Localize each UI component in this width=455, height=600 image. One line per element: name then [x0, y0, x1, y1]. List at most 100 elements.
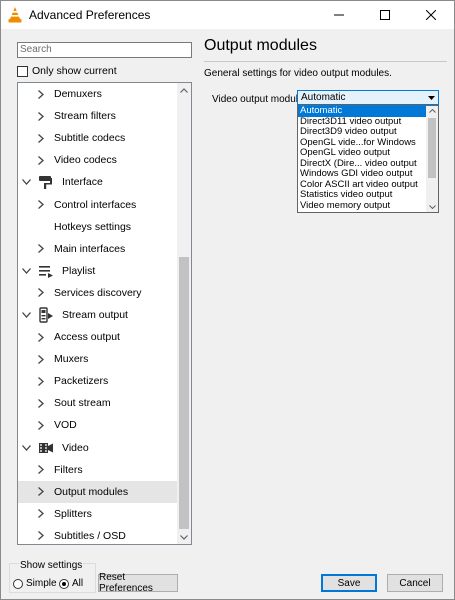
- dropdown-option[interactable]: Color ASCII art video output: [298, 180, 426, 191]
- dropdown-option[interactable]: Direct3D11 video output: [298, 117, 426, 128]
- close-button[interactable]: [408, 1, 454, 29]
- tree-item-label: VOD: [54, 419, 77, 432]
- search-input[interactable]: Search: [17, 42, 192, 58]
- chevron-right-icon[interactable]: [38, 481, 44, 503]
- reset-preferences-button[interactable]: Reset Preferences: [98, 572, 178, 594]
- tree-item-services-discovery[interactable]: Services discovery: [18, 282, 177, 304]
- simple-radio-label: Simple: [26, 578, 57, 589]
- tree-item-label: Hotkeys settings: [54, 220, 132, 233]
- maximize-icon: [380, 10, 390, 20]
- minimize-icon: [334, 14, 344, 16]
- all-radio-option[interactable]: All: [59, 578, 83, 589]
- tree-item-label: Output modules: [54, 485, 129, 498]
- dropdown-option[interactable]: Windows GDI video output: [298, 169, 426, 180]
- chevron-right-icon[interactable]: [38, 459, 44, 481]
- preferences-tree[interactable]: Demuxers Stream filters Subtitle codecs Vid…: [17, 82, 192, 545]
- select-value: Automatic: [301, 92, 346, 103]
- tree-item-muxers[interactable]: Muxers: [18, 348, 177, 370]
- chevron-right-icon[interactable]: [38, 326, 44, 348]
- chevron-right-icon[interactable]: [38, 525, 44, 544]
- chevron-right-icon[interactable]: [38, 282, 44, 304]
- dropdown-option[interactable]: OpenGL vide...for Windows: [298, 138, 426, 149]
- chevron-down-icon[interactable]: [22, 437, 31, 459]
- tree-item-packetizers[interactable]: Packetizers: [18, 370, 177, 392]
- chevron-down-icon[interactable]: [22, 304, 31, 326]
- dropdown-scroll-up[interactable]: [426, 106, 438, 116]
- tree-item-label: Demuxers: [54, 88, 102, 101]
- tree-item-main-interfaces[interactable]: Main interfaces: [18, 238, 177, 260]
- only-show-current-checkbox[interactable]: Only show current: [17, 64, 117, 78]
- dropdown-option[interactable]: DirectX (Dire... video output: [298, 159, 426, 170]
- dropdown-option[interactable]: Automatic: [298, 106, 426, 117]
- chevron-right-icon[interactable]: [38, 83, 44, 105]
- tree-item-splitters[interactable]: Splitters: [18, 503, 177, 525]
- chevron-right-icon[interactable]: [38, 238, 44, 260]
- dropdown-option[interactable]: Statistics video output: [298, 190, 426, 201]
- tree-item-access-output[interactable]: Access output: [18, 326, 177, 348]
- tree-item-label: Sout stream: [54, 397, 111, 410]
- tree-item-label: Subtitles / OSD: [54, 529, 126, 542]
- video-output-module-select[interactable]: Automatic: [297, 90, 439, 105]
- chevron-down-icon: [428, 205, 436, 209]
- dropdown-option[interactable]: Video memory output: [298, 201, 426, 212]
- tree-item-filters[interactable]: Filters: [18, 459, 177, 481]
- chevron-right-icon[interactable]: [38, 414, 44, 436]
- panel-description: General settings for video output module…: [204, 68, 392, 79]
- tree-category-interface[interactable]: Interface: [18, 171, 177, 193]
- dropdown-options: Automatic Direct3D11 video output Direct3D…: [298, 106, 426, 211]
- tree-category-stream-output[interactable]: Stream output: [18, 304, 177, 326]
- tree-scrollbar[interactable]: [177, 83, 191, 544]
- cancel-button[interactable]: Cancel: [387, 574, 443, 592]
- chevron-down-icon: [180, 534, 188, 540]
- chevron-right-icon[interactable]: [38, 503, 44, 525]
- tree-item-sout-stream[interactable]: Sout stream: [18, 392, 177, 414]
- tree-item-label: Packetizers: [54, 375, 109, 388]
- video-output-module-dropdown[interactable]: Automatic Direct3D11 video output Direct3D…: [297, 105, 439, 213]
- simple-radio[interactable]: [13, 578, 23, 589]
- dropdown-scroll-thumb[interactable]: [428, 118, 436, 178]
- tree-item-stream-filters[interactable]: Stream filters: [18, 105, 177, 127]
- maximize-button[interactable]: [362, 1, 408, 29]
- chevron-down-icon[interactable]: [22, 171, 31, 193]
- dropdown-option[interactable]: OpenGL video output: [298, 148, 426, 159]
- tree-item-label: Video: [62, 441, 89, 454]
- show-settings-label: Show settings: [19, 560, 84, 571]
- tree-item-subtitle-codecs[interactable]: Subtitle codecs: [18, 127, 177, 149]
- tree-item-output-modules[interactable]: Output modules: [18, 480, 177, 503]
- tree-item-demuxers[interactable]: Demuxers: [18, 83, 177, 105]
- dropdown-scroll-down[interactable]: [426, 202, 438, 212]
- tree-item-hotkeys-settings[interactable]: Hotkeys settings: [18, 216, 177, 238]
- scroll-thumb[interactable]: [179, 257, 189, 529]
- chevron-right-icon[interactable]: [38, 149, 44, 171]
- tree-item-subtitles-osd[interactable]: Subtitles / OSD: [18, 525, 177, 544]
- chevron-down-icon[interactable]: [22, 260, 31, 282]
- all-radio[interactable]: [59, 578, 69, 589]
- chevron-right-icon[interactable]: [38, 193, 44, 215]
- tree-item-label: Stream filters: [54, 110, 116, 123]
- save-button[interactable]: Save: [321, 574, 377, 592]
- chevron-right-icon[interactable]: [38, 105, 44, 127]
- chevron-right-icon[interactable]: [38, 127, 44, 149]
- dropdown-scrollbar[interactable]: [426, 106, 438, 212]
- tree-item-label: Subtitle codecs: [54, 132, 126, 145]
- panel-divider: [204, 61, 447, 62]
- close-icon: [426, 10, 436, 20]
- simple-radio-option[interactable]: Simple: [13, 578, 57, 589]
- checkbox-box[interactable]: [17, 65, 28, 77]
- minimize-button[interactable]: [316, 1, 362, 29]
- tree-item-label: Interface: [62, 176, 103, 189]
- scroll-down-arrow[interactable]: [177, 530, 191, 544]
- chevron-right-icon[interactable]: [38, 348, 44, 370]
- chevron-right-icon[interactable]: [38, 392, 44, 414]
- tree-category-playlist[interactable]: Playlist: [18, 260, 177, 282]
- title-bar: Advanced Preferences: [1, 1, 454, 29]
- tree-item-video-codecs[interactable]: Video codecs: [18, 149, 177, 171]
- dropdown-option[interactable]: Direct3D9 video output: [298, 127, 426, 138]
- chevron-right-icon[interactable]: [38, 370, 44, 392]
- window-title: Advanced Preferences: [29, 8, 151, 22]
- tree-item-vod[interactable]: VOD: [18, 414, 177, 436]
- tree-item-control-interfaces[interactable]: Control interfaces: [18, 193, 177, 215]
- scroll-up-arrow[interactable]: [177, 83, 191, 97]
- tree-category-video[interactable]: Video: [18, 437, 177, 459]
- tree-item-label: Splitters: [54, 507, 92, 520]
